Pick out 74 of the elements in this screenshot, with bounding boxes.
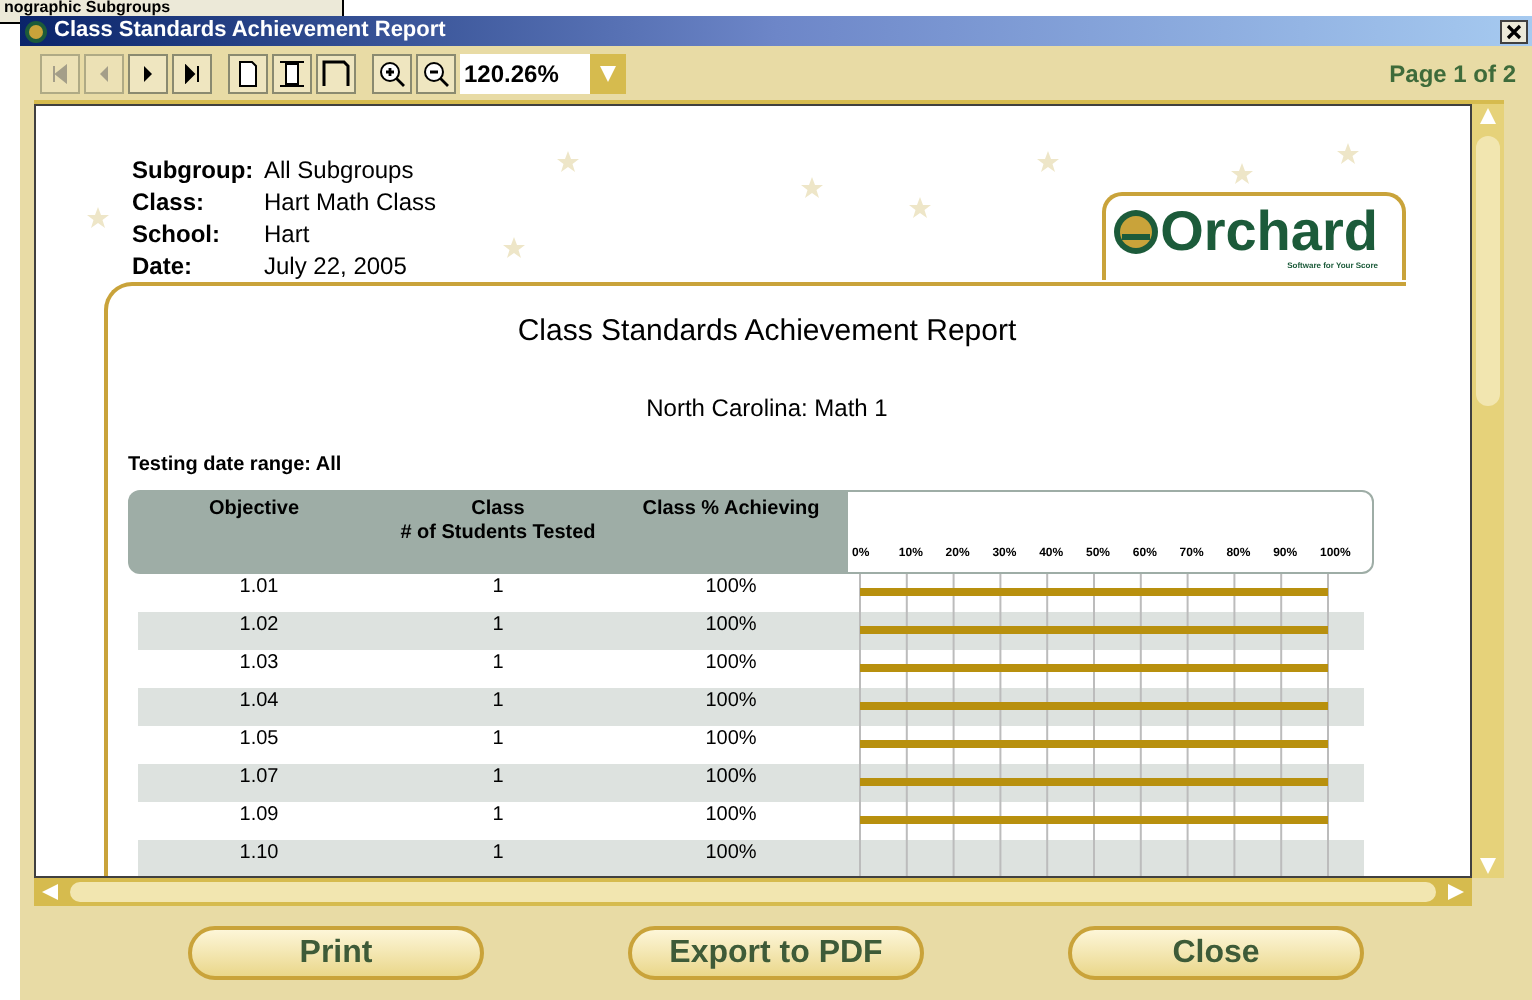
info-value: All Subgroups [264,154,416,186]
table-cell-text: 1.09 [237,802,281,830]
first-page-icon[interactable] [40,53,80,93]
table-cell-text: 1 [490,612,506,640]
table-cell-text: 1 [490,726,506,754]
logo-wordmark: Orchard [1160,204,1378,260]
star-icon [502,236,526,260]
table-cell-text: 1 [490,840,506,868]
whole-page-icon[interactable] [316,53,356,93]
date-range: Testing date range: All [128,452,344,480]
star-icon [800,176,824,200]
table-cell-text: 100% [703,650,759,678]
table-cell-text: 100% [703,574,759,602]
star-icon [908,196,932,220]
column-header: Class # of Students Tested [398,498,598,548]
horizontal-scrollbar[interactable] [34,878,1472,906]
info-value: Hart [264,218,312,250]
table-cell-text: 1 [490,764,506,792]
table-cell-text: 1 [490,688,506,716]
column-header: Objective [206,498,302,524]
table-cell-text: 1 [490,574,506,602]
table-cell-text: 100% [703,802,759,830]
table-cell-text: 100% [703,612,759,640]
info-label: Class: [132,186,207,218]
scrollbar-thumb[interactable] [70,882,1436,902]
table-cell-text: 100% [703,726,759,754]
scrollbar-thumb[interactable] [1476,136,1500,406]
table-cell-text: 1.05 [237,726,281,754]
table-cell-text: 100% [703,688,759,716]
table-cell-text: 100% [703,840,759,868]
scroll-left-icon[interactable] [38,882,62,902]
table-cell-text: 1.10 [237,840,281,868]
window-title: Class Standards Achievement Report [54,20,446,42]
zoom-in-icon[interactable] [372,53,412,93]
close-icon[interactable] [1500,19,1528,43]
info-label: Date: [132,250,195,282]
scroll-up-icon[interactable] [1478,104,1498,128]
caret-icon [590,53,626,93]
table-cell-text: 1.07 [237,764,281,792]
page-width-icon[interactable] [272,53,312,93]
zoom-out-icon[interactable] [416,53,456,93]
vertical-scrollbar[interactable] [1472,104,1504,878]
star-icon [1230,162,1254,186]
dialog-button[interactable]: Print [188,926,484,980]
app-logo-icon [24,19,48,43]
star-icon [86,206,110,230]
table-cell-text: 1 [490,650,506,678]
table-cell-text: 1.02 [237,612,281,640]
column-header: Class % Achieving [640,498,822,524]
next-page-icon[interactable] [128,53,168,93]
report-title: Class Standards Achievement Report [517,314,1017,350]
zoom-dropdown[interactable]: 120.26% [460,53,626,93]
dialog-button[interactable]: Close [1068,926,1364,980]
background-window-title: nographic Subgroups [2,0,173,16]
star-icon [1336,142,1360,166]
star-icon [1036,150,1060,174]
table-cell-text: 100% [703,764,759,792]
report-subtitle: North Carolina: Math 1 [646,392,888,426]
table-cell-text: 1.01 [237,574,281,602]
table-cell-text: 1.03 [237,650,281,678]
info-value: July 22, 2005 [264,250,409,282]
info-label: Subgroup: [132,154,256,186]
info-label: School: [132,218,222,250]
orchard-logo-icon [1112,208,1161,256]
star-icon [556,150,580,174]
table-cell-text: 1 [490,802,506,830]
table-cell-text: 1.04 [237,688,281,716]
page-indicator: Page 1 of 2 [1389,57,1516,91]
dialog-button[interactable]: Export to PDF [628,926,924,980]
page-icon[interactable] [228,53,268,93]
info-value: Hart Math Class [264,186,437,218]
scroll-down-icon[interactable] [1478,854,1498,878]
scroll-right-icon[interactable] [1444,882,1468,902]
last-page-icon[interactable] [172,53,212,93]
